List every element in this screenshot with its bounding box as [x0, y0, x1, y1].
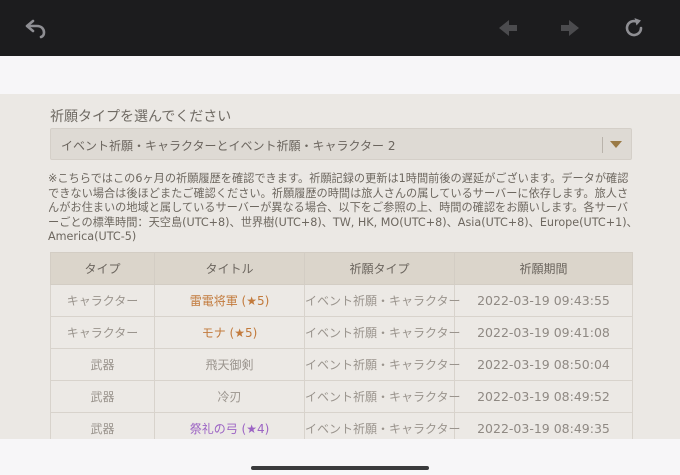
wish-type-select[interactable]: イベント祈願・キャラクターとイベント祈願・キャラクター 2: [50, 128, 632, 160]
select-divider: [602, 137, 603, 153]
table-header-row: タイプ タイトル 祈願タイプ 祈願期間: [50, 252, 633, 285]
browser-toolbar: [0, 0, 680, 56]
cell-title: 祭礼の弓 (★4): [154, 412, 305, 439]
cell-title: 飛天御剣: [154, 348, 305, 381]
header-type: タイプ: [50, 252, 155, 285]
table-row: 武器 冷刃 イベント祈願・キャラクター 2022-03-19 08:49:52: [50, 380, 633, 413]
table-row: キャラクター モナ (★5) イベント祈願・キャラクター 2022-03-19 …: [50, 316, 633, 349]
header-title: タイトル: [154, 252, 305, 285]
cell-time: 2022-03-19 08:50:04: [454, 348, 633, 381]
back-arrow-icon[interactable]: [22, 14, 50, 42]
cell-title: モナ (★5): [154, 316, 305, 349]
table-row: キャラクター 雷電将軍 (★5) イベント祈願・キャラクター 2022-03-1…: [50, 284, 633, 317]
cell-wish-type: イベント祈願・キャラクター: [304, 284, 461, 317]
next-icon[interactable]: [556, 14, 584, 42]
cell-wish-type: イベント祈願・キャラクター: [304, 348, 461, 381]
cell-wish-type: イベント祈願・キャラクター: [304, 412, 461, 439]
cell-type: 武器: [50, 380, 155, 413]
prev-icon[interactable]: [494, 14, 522, 42]
home-indicator[interactable]: [251, 466, 429, 470]
wish-history-table: タイプ タイトル 祈願タイプ 祈願期間 キャラクター 雷電将軍 (★5) イベン…: [50, 252, 633, 439]
cell-wish-type: イベント祈願・キャラクター: [304, 316, 461, 349]
cell-type: 武器: [50, 412, 155, 439]
select-value: イベント祈願・キャラクターとイベント祈願・キャラクター 2: [61, 139, 396, 153]
chevron-down-icon: [610, 141, 622, 148]
notice-text: ※こちらではこの6ヶ月の祈願履歴を確認できます。祈願記録の更新は1時間前後の遅延…: [48, 172, 638, 243]
table-row: 武器 飛天御剣 イベント祈願・キャラクター 2022-03-19 08:50:0…: [50, 348, 633, 381]
cell-type: キャラクター: [50, 316, 155, 349]
table-row: 武器 祭礼の弓 (★4) イベント祈願・キャラクター 2022-03-19 08…: [50, 412, 633, 439]
wish-history-panel: 祈願タイプを選んでください イベント祈願・キャラクターとイベント祈願・キャラクタ…: [0, 94, 680, 439]
header-wish-type: 祈願タイプ: [304, 252, 455, 285]
cell-time: 2022-03-19 09:43:55: [454, 284, 633, 317]
cell-title: 冷刃: [154, 380, 305, 413]
cell-type: 武器: [50, 348, 155, 381]
select-label: 祈願タイプを選んでください: [50, 109, 232, 125]
cell-time: 2022-03-19 08:49:35: [454, 412, 633, 439]
cell-time: 2022-03-19 08:49:52: [454, 380, 633, 413]
header-time: 祈願期間: [454, 252, 633, 285]
cell-title: 雷電将軍 (★5): [154, 284, 305, 317]
cell-time: 2022-03-19 09:41:08: [454, 316, 633, 349]
cell-type: キャラクター: [50, 284, 155, 317]
page-top-band: [0, 56, 680, 94]
reload-icon[interactable]: [620, 14, 648, 42]
cell-wish-type: イベント祈願・キャラクター: [304, 380, 461, 413]
